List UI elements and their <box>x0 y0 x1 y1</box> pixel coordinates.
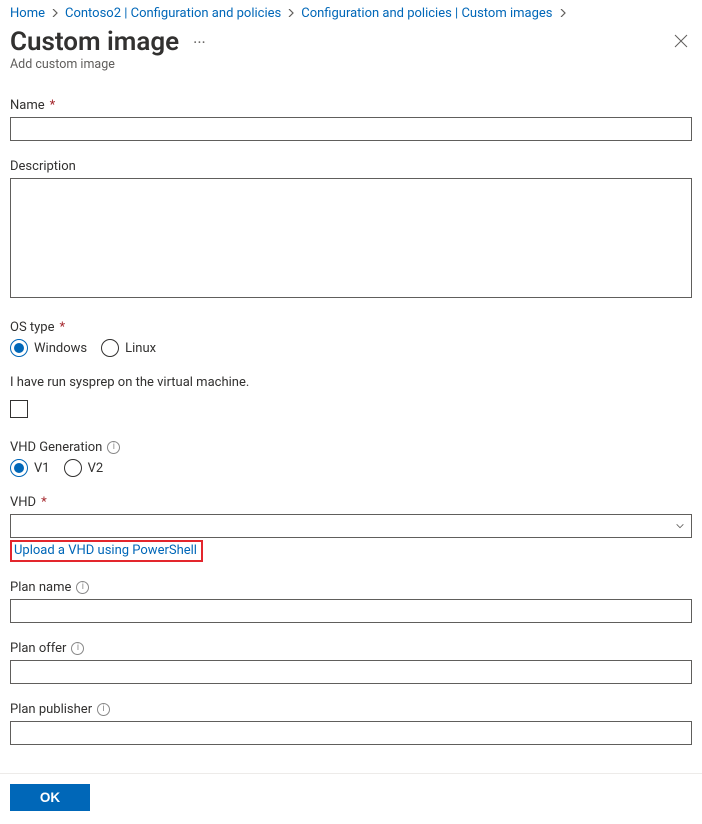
vhd-gen-v1-radio[interactable]: V1 <box>10 459 50 477</box>
plan-offer-input[interactable] <box>10 660 692 684</box>
chevron-down-icon <box>675 521 685 531</box>
breadcrumb-link-home[interactable]: Home <box>10 6 45 21</box>
os-type-label: OS type <box>10 320 54 335</box>
vhd-gen-v2-label: V2 <box>88 461 104 476</box>
breadcrumb-link-custom-images[interactable]: Configuration and policies | Custom imag… <box>301 6 552 21</box>
radio-icon <box>101 339 119 357</box>
vhd-label: VHD <box>10 495 36 510</box>
info-icon[interactable]: i <box>71 642 84 655</box>
more-actions-button[interactable]: ··· <box>189 31 210 54</box>
name-label: Name <box>10 98 45 113</box>
plan-offer-label: Plan offer <box>10 641 66 656</box>
vhd-generation-label: VHD Generation <box>10 440 102 455</box>
page-subtitle: Add custom image <box>10 57 692 72</box>
ok-button[interactable]: OK <box>10 784 90 811</box>
footer: OK <box>0 773 702 823</box>
required-icon: * <box>59 320 65 335</box>
os-type-linux-radio[interactable]: Linux <box>101 339 156 357</box>
required-icon: * <box>50 98 56 113</box>
os-type-windows-label: Windows <box>34 341 87 356</box>
plan-name-label: Plan name <box>10 580 71 595</box>
plan-publisher-label: Plan publisher <box>10 702 92 717</box>
info-icon[interactable]: i <box>97 703 110 716</box>
required-icon: * <box>41 495 47 510</box>
radio-icon <box>10 339 28 357</box>
radio-icon <box>64 459 82 477</box>
description-label: Description <box>10 159 76 174</box>
plan-publisher-input[interactable] <box>10 721 692 745</box>
description-textarea[interactable] <box>10 178 692 298</box>
radio-icon <box>10 459 28 477</box>
breadcrumb-link-contoso2[interactable]: Contoso2 | Configuration and policies <box>65 6 281 21</box>
breadcrumb: Home Contoso2 | Configuration and polici… <box>10 6 692 21</box>
upload-vhd-highlight: Upload a VHD using PowerShell <box>10 540 203 562</box>
name-input[interactable] <box>10 117 692 141</box>
sysprep-checkbox[interactable] <box>10 400 28 418</box>
vhd-gen-v2-radio[interactable]: V2 <box>64 459 104 477</box>
os-type-linux-label: Linux <box>125 341 156 356</box>
sysprep-label: I have run sysprep on the virtual machin… <box>10 375 249 390</box>
info-icon[interactable]: i <box>107 441 120 454</box>
chevron-right-icon <box>559 6 567 21</box>
info-icon[interactable]: i <box>76 581 89 594</box>
os-type-windows-radio[interactable]: Windows <box>10 339 87 357</box>
page-title: Custom image <box>10 27 179 57</box>
vhd-gen-v1-label: V1 <box>34 461 50 476</box>
chevron-right-icon <box>51 6 59 21</box>
upload-vhd-link[interactable]: Upload a VHD using PowerShell <box>14 543 197 558</box>
chevron-right-icon <box>287 6 295 21</box>
plan-name-input[interactable] <box>10 599 692 623</box>
vhd-select[interactable] <box>10 514 692 538</box>
close-button[interactable] <box>670 28 692 57</box>
